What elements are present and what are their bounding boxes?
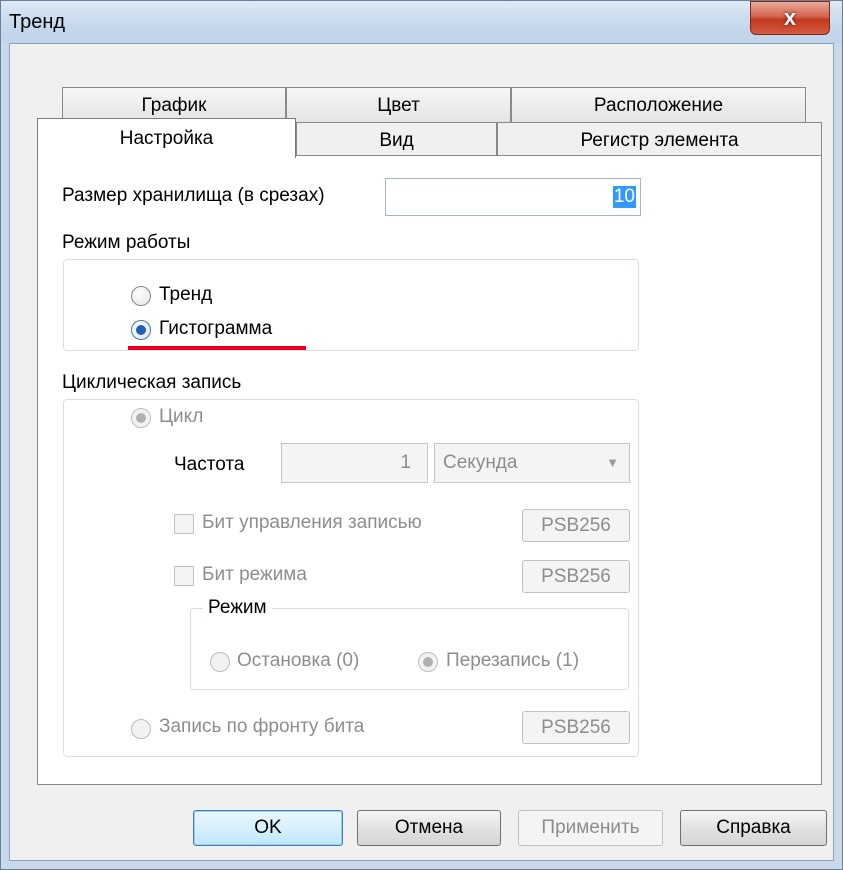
trend-radio[interactable]	[131, 286, 151, 306]
record-bit-address-button[interactable]: PSB256	[522, 509, 630, 542]
frequency-input[interactable]: 1	[281, 443, 428, 483]
frequency-unit-value: Секунда	[443, 452, 518, 473]
tab-label: Цвет	[377, 94, 420, 116]
radio-selected-dot	[136, 413, 146, 423]
edge-record-label: Запись по фронту бита	[159, 716, 365, 737]
mode-bit-address-button[interactable]: PSB256	[522, 560, 630, 593]
title-bar[interactable]: Тренд	[1, 1, 842, 43]
button-label: PSB256	[541, 565, 611, 587]
tab-label: Вид	[379, 129, 414, 151]
storage-size-value: 10	[612, 186, 636, 208]
help-button[interactable]: Справка	[680, 810, 827, 846]
edge-bit-address-button[interactable]: PSB256	[522, 711, 630, 744]
trend-radio-label: Тренд	[159, 284, 213, 305]
tab-label: График	[141, 94, 207, 116]
tab-view[interactable]: Вид	[296, 122, 497, 158]
button-label: Применить	[541, 817, 640, 838]
close-button[interactable]: x	[750, 1, 830, 35]
tab-position[interactable]: Расположение	[511, 87, 806, 123]
cyclic-record-label: Циклическая запись	[62, 372, 242, 393]
radio-selected-dot	[136, 325, 146, 335]
operation-mode-label: Режим работы	[62, 232, 191, 253]
tab-label: Расположение	[593, 94, 724, 116]
sub-mode-label: Режим	[203, 597, 272, 619]
storage-size-input[interactable]: 10	[385, 178, 641, 216]
cancel-button[interactable]: Отмена	[357, 810, 501, 846]
stop-radio[interactable]	[210, 652, 230, 672]
frequency-unit-select[interactable]: Секунда ▼	[434, 443, 630, 483]
button-label: OK	[254, 817, 282, 838]
button-label: Отмена	[394, 817, 464, 838]
record-control-bit-checkbox[interactable]	[174, 514, 194, 534]
mode-bit-checkbox[interactable]	[174, 566, 194, 586]
edge-record-radio[interactable]	[131, 719, 151, 739]
tab-settings[interactable]: Настройка	[37, 118, 296, 158]
button-label: PSB256	[541, 716, 611, 738]
record-control-bit-label: Бит управления записью	[202, 512, 422, 533]
mode-bit-label: Бит режима	[202, 564, 307, 585]
histogram-radio-label: Гистограмма	[159, 318, 273, 339]
apply-button[interactable]: Применить	[518, 810, 663, 846]
sub-mode-group	[190, 608, 629, 690]
ok-button[interactable]: OK	[193, 810, 343, 846]
storage-size-label: Размер хранилища (в срезах)	[62, 185, 325, 206]
tab-label: Настройка	[119, 127, 214, 149]
stop-radio-label: Остановка (0)	[237, 650, 360, 671]
tab-color[interactable]: Цвет	[286, 87, 511, 123]
overwrite-radio-label: Перезапись (1)	[446, 650, 580, 671]
tab-element-register[interactable]: Регистр элемента	[497, 122, 822, 158]
chevron-down-icon: ▼	[606, 455, 619, 470]
highlight-underline	[128, 346, 306, 350]
close-icon: x	[783, 5, 797, 30]
frequency-value: 1	[400, 452, 411, 473]
histogram-radio[interactable]	[131, 320, 151, 340]
radio-selected-dot	[423, 657, 433, 667]
window-title: Тренд	[9, 11, 66, 33]
tab-label: Регистр элемента	[580, 129, 739, 151]
button-label: PSB256	[541, 514, 611, 536]
overwrite-radio[interactable]	[418, 652, 438, 672]
cycle-radio-label: Цикл	[159, 406, 204, 427]
frequency-label: Частота	[174, 454, 245, 475]
operation-mode-group	[63, 259, 639, 351]
cycle-radio[interactable]	[131, 408, 151, 428]
button-label: Справка	[716, 817, 791, 838]
